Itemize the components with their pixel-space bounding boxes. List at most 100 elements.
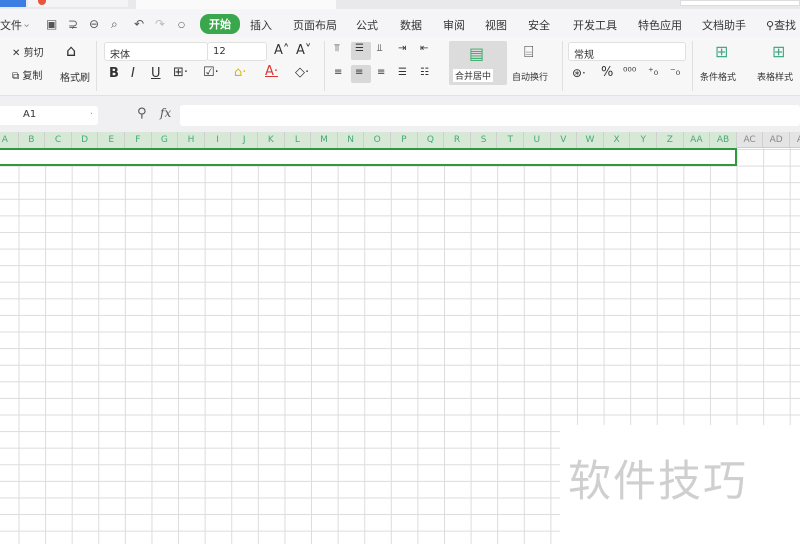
tab-formulas[interactable]: 公式 (356, 17, 378, 33)
column-header-N[interactable]: N (337, 132, 365, 148)
thousands-icon[interactable]: ⁰⁰⁰ (623, 65, 636, 78)
save-icon[interactable]: ▣ (46, 17, 57, 31)
name-box[interactable]: A1 · (0, 106, 98, 125)
column-header-AA[interactable]: AA (683, 132, 711, 148)
increase-decimal-icon[interactable]: ⁺₀ (648, 65, 658, 78)
clear-icon[interactable]: ◇· (295, 65, 309, 80)
column-header-H[interactable]: H (178, 132, 205, 148)
column-header-AB[interactable]: AB (710, 132, 737, 148)
fill-color-icon[interactable]: ⌂· (234, 65, 246, 80)
font-size-select[interactable]: 12 (207, 42, 267, 61)
customize-icon[interactable]: ○ (178, 20, 185, 29)
column-header-T[interactable]: T (497, 132, 524, 148)
font-family-select[interactable]: 宋体 (104, 42, 208, 61)
undo-icon[interactable]: ↶ (134, 17, 144, 31)
fill-pattern-icon[interactable]: ☑· (203, 65, 219, 80)
tab-insert[interactable]: 插入 (250, 17, 272, 33)
tab-home[interactable] (0, 0, 26, 7)
tab-features[interactable]: 特色应用 (638, 17, 682, 33)
column-header-W[interactable]: W (577, 132, 604, 148)
number-format-select[interactable]: 常规 (568, 42, 686, 61)
menu-file[interactable]: 文件 (0, 17, 22, 33)
column-header-E[interactable]: E (98, 132, 125, 148)
tab-doc-assistant[interactable]: 文档助手 (702, 17, 746, 33)
justify-icon[interactable]: ☰ (398, 67, 407, 78)
tab-security[interactable]: 安全 (528, 17, 550, 33)
percent-button[interactable]: % (601, 65, 613, 80)
format-painter-button[interactable]: 格式刷 (60, 69, 90, 84)
ribbon: ✕ 剪切 ⧉ 复制 ⌂ 格式刷 宋体 12 A˄ A˅ B I U ⊞· ☑· … (0, 37, 800, 96)
align-bottom-icon[interactable]: ⫫ (377, 43, 383, 54)
zoom-formula-icon[interactable]: ⚲ (137, 106, 147, 121)
tab-developer[interactable]: 开发工具 (573, 17, 617, 33)
tab-page-layout[interactable]: 页面布局 (293, 17, 337, 33)
column-header-Y[interactable]: Y (630, 132, 657, 148)
tab-data[interactable]: 数据 (400, 17, 422, 33)
currency-icon[interactable]: ⊛· (572, 66, 586, 80)
column-header-B[interactable]: B (18, 132, 46, 148)
column-header-F[interactable]: F (125, 132, 152, 148)
search-button[interactable]: ⚲查找 (766, 17, 796, 33)
column-header-Z[interactable]: Z (657, 132, 684, 148)
table-style-button[interactable]: 表格样式 (757, 70, 793, 83)
column-header-AC[interactable]: AC (737, 132, 764, 148)
column-header-L[interactable]: L (284, 132, 312, 148)
distribute-icon[interactable]: ☷ (420, 67, 429, 78)
column-header-C[interactable]: C (45, 132, 72, 148)
fx-button[interactable]: fx (160, 106, 171, 120)
column-header-J[interactable]: J (231, 132, 258, 148)
font-color-icon[interactable]: A· (265, 64, 278, 79)
redo-icon[interactable]: ↷ (155, 17, 165, 31)
divider (562, 41, 563, 91)
column-header-G[interactable]: G (151, 132, 179, 148)
align-middle-icon[interactable]: ☰ (355, 43, 364, 54)
chevron-down-icon[interactable]: ⌄ (22, 17, 31, 30)
column-header-X[interactable]: X (603, 132, 631, 148)
conditional-format-button[interactable]: 条件格式 (700, 70, 736, 83)
column-header-R[interactable]: R (444, 132, 471, 148)
column-header-M[interactable]: M (311, 132, 338, 148)
cut-button[interactable]: ✕ 剪切 (12, 44, 44, 59)
column-header-S[interactable]: S (470, 132, 498, 148)
underline-button[interactable]: U (151, 66, 161, 81)
increase-font-icon[interactable]: A˄ (274, 43, 289, 58)
merge-icon: ▤ (469, 44, 485, 63)
decrease-font-icon[interactable]: A˅ (296, 43, 311, 58)
column-header-AD[interactable]: AD (763, 132, 790, 148)
tab-review[interactable]: 审阅 (443, 17, 465, 33)
tab-document[interactable] (28, 0, 128, 7)
column-header-A[interactable]: A (0, 132, 19, 148)
align-left-icon[interactable]: ≡ (334, 67, 342, 78)
print-icon[interactable]: ⊖ (89, 17, 99, 31)
tab-view[interactable]: 视图 (485, 17, 507, 33)
align-right-icon[interactable]: ≡ (377, 67, 385, 78)
column-header-D[interactable]: D (71, 132, 99, 148)
column-header-I[interactable]: I (204, 132, 232, 148)
column-header-V[interactable]: V (550, 132, 578, 148)
formula-input[interactable] (180, 105, 800, 126)
indent-icon[interactable]: ⇥ (398, 43, 406, 54)
bold-button[interactable]: B (109, 66, 119, 81)
column-header-K[interactable]: K (258, 132, 285, 148)
wrap-text-button[interactable]: 自动换行 (512, 70, 548, 83)
align-center-icon[interactable]: ≡ (355, 67, 363, 78)
column-header-Q[interactable]: Q (417, 132, 445, 148)
column-header-U[interactable]: U (524, 132, 551, 148)
divider (96, 41, 97, 91)
outdent-icon[interactable]: ⇤ (420, 43, 428, 54)
decrease-decimal-icon[interactable]: ⁻₀ (670, 65, 680, 78)
column-header-P[interactable]: P (391, 132, 418, 148)
selected-range[interactable] (0, 148, 737, 166)
column-header-O[interactable]: O (364, 132, 391, 148)
border-icon[interactable]: ⊞· (173, 65, 188, 80)
copy-button[interactable]: ⧉ 复制 (12, 67, 42, 82)
print-preview-icon[interactable]: ⌕ (111, 17, 118, 32)
italic-button[interactable]: I (131, 66, 135, 81)
export-icon[interactable]: ⊋ (68, 17, 78, 31)
tab-active-workbook[interactable] (136, 0, 336, 9)
tab-search[interactable] (680, 0, 800, 6)
column-header-AE[interactable]: AE (790, 132, 800, 148)
align-top-icon[interactable]: ⫪ (334, 43, 340, 54)
tab-start[interactable]: 开始 (200, 14, 240, 34)
merge-center-button[interactable]: ▤ 合并居中 (449, 41, 507, 85)
